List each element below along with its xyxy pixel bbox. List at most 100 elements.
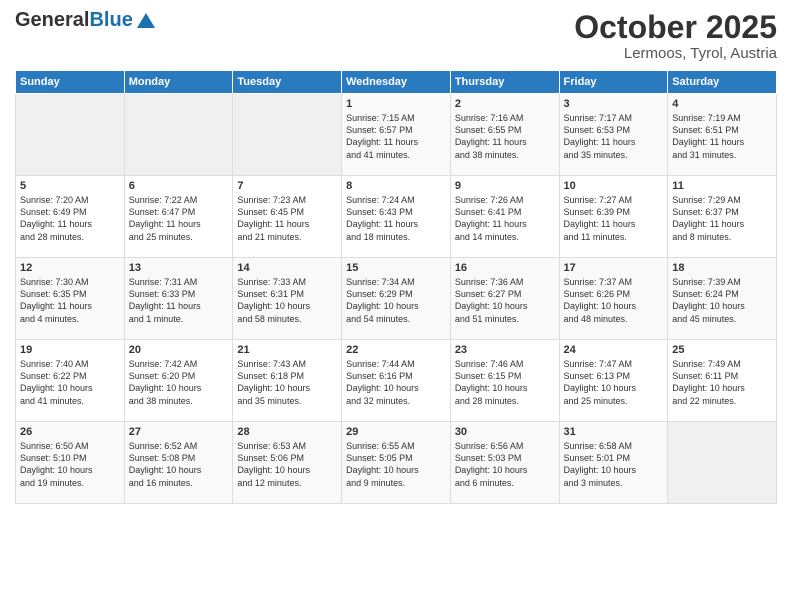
day-info: Sunrise: 7:44 AM Sunset: 6:16 PM Dayligh…	[346, 358, 446, 407]
calendar-week-row: 1 Sunrise: 7:15 AM Sunset: 6:57 PM Daylig…	[16, 94, 777, 176]
day-number: 14	[237, 262, 337, 274]
day-info: Sunrise: 7:22 AM Sunset: 6:47 PM Dayligh…	[129, 194, 229, 243]
day-info: Sunrise: 6:55 AM Sunset: 5:05 PM Dayligh…	[346, 440, 446, 489]
table-row: 20Sunrise: 7:42 AM Sunset: 6:20 PM Dayli…	[124, 340, 233, 422]
title-block: October 2025 Lermoos, Tyrol, Austria	[574, 10, 777, 62]
day-info: Sunrise: 7:37 AM Sunset: 6:26 PM Dayligh…	[564, 276, 664, 325]
table-row: 24 Sunrise: 7:47 AM Sunset: 6:13 PM Dayli…	[559, 340, 668, 422]
day-info: Sunrise: 7:26 AM Sunset: 6:41 PM Dayligh…	[455, 194, 555, 243]
header-sunday: Sunday	[16, 71, 125, 94]
day-number: 24	[564, 344, 664, 356]
table-row: 26 Sunrise: 6:50 AM Sunset: 5:10 PM Dayli…	[16, 422, 125, 504]
weekday-header-row: Sunday Monday Tuesday Wednesday Thursday…	[16, 71, 777, 94]
table-row: 4 Sunrise: 7:19 AM Sunset: 6:51 PM Daylig…	[668, 94, 777, 176]
day-number: 11	[672, 180, 772, 192]
table-row	[16, 94, 125, 176]
calendar-week-row: 5 Sunrise: 7:20 AM Sunset: 6:49 PM Daylig…	[16, 176, 777, 258]
table-row: 15 Sunrise: 7:34 AM Sunset: 6:29 PM Dayli…	[342, 258, 451, 340]
table-row: 18 Sunrise: 7:39 AM Sunset: 6:24 PM Dayli…	[668, 258, 777, 340]
calendar-week-row: 26 Sunrise: 6:50 AM Sunset: 5:10 PM Dayli…	[16, 422, 777, 504]
day-info: Sunrise: 7:33 AM Sunset: 6:31 PM Dayligh…	[237, 276, 337, 325]
day-info: Sunrise: 7:30 AM Sunset: 6:35 PM Dayligh…	[20, 276, 120, 325]
day-number: 30	[455, 426, 555, 438]
day-info: Sunrise: 7:19 AM Sunset: 6:51 PM Dayligh…	[672, 112, 772, 161]
day-number: 7	[237, 180, 337, 192]
day-number: 3	[564, 98, 664, 110]
day-info: Sunrise: 7:27 AM Sunset: 6:39 PM Dayligh…	[564, 194, 664, 243]
day-info: Sunrise: 6:56 AM Sunset: 5:03 PM Dayligh…	[455, 440, 555, 489]
logo-triangle-icon	[137, 13, 155, 28]
day-number: 10	[564, 180, 664, 192]
table-row	[668, 422, 777, 504]
header-wednesday: Wednesday	[342, 71, 451, 94]
table-row: 29Sunrise: 6:55 AM Sunset: 5:05 PM Dayli…	[342, 422, 451, 504]
day-info: Sunrise: 7:15 AM Sunset: 6:57 PM Dayligh…	[346, 112, 446, 161]
day-info: Sunrise: 7:20 AM Sunset: 6:49 PM Dayligh…	[20, 194, 120, 243]
day-info: Sunrise: 7:31 AM Sunset: 6:33 PM Dayligh…	[129, 276, 229, 325]
day-info: Sunrise: 6:52 AM Sunset: 5:08 PM Dayligh…	[129, 440, 229, 489]
day-info: Sunrise: 7:23 AM Sunset: 6:45 PM Dayligh…	[237, 194, 337, 243]
day-number: 27	[129, 426, 229, 438]
table-row: 19Sunrise: 7:40 AM Sunset: 6:22 PM Dayli…	[16, 340, 125, 422]
day-info: Sunrise: 7:29 AM Sunset: 6:37 PM Dayligh…	[672, 194, 772, 243]
day-number: 31	[564, 426, 664, 438]
table-row: 3Sunrise: 7:17 AM Sunset: 6:53 PM Daylig…	[559, 94, 668, 176]
table-row: 23 Sunrise: 7:46 AM Sunset: 6:15 PM Dayli…	[450, 340, 559, 422]
day-info: Sunrise: 7:40 AM Sunset: 6:22 PM Dayligh…	[20, 358, 120, 407]
day-info: Sunrise: 7:49 AM Sunset: 6:11 PM Dayligh…	[672, 358, 772, 407]
logo-text: GeneralBlue	[15, 10, 133, 30]
day-number: 18	[672, 262, 772, 274]
table-row: 8Sunrise: 7:24 AM Sunset: 6:43 PM Daylig…	[342, 176, 451, 258]
table-row: 21Sunrise: 7:43 AM Sunset: 6:18 PM Dayli…	[233, 340, 342, 422]
month-title: October 2025	[574, 10, 777, 45]
header: GeneralBlue October 2025 Lermoos, Tyrol,…	[15, 10, 777, 62]
calendar-week-row: 19Sunrise: 7:40 AM Sunset: 6:22 PM Dayli…	[16, 340, 777, 422]
day-number: 8	[346, 180, 446, 192]
header-tuesday: Tuesday	[233, 71, 342, 94]
day-number: 22	[346, 344, 446, 356]
table-row	[124, 94, 233, 176]
day-number: 5	[20, 180, 120, 192]
day-number: 4	[672, 98, 772, 110]
table-row: 6Sunrise: 7:22 AM Sunset: 6:47 PM Daylig…	[124, 176, 233, 258]
day-info: Sunrise: 7:16 AM Sunset: 6:55 PM Dayligh…	[455, 112, 555, 161]
day-number: 23	[455, 344, 555, 356]
location: Lermoos, Tyrol, Austria	[574, 45, 777, 62]
table-row: 16 Sunrise: 7:36 AM Sunset: 6:27 PM Dayli…	[450, 258, 559, 340]
day-number: 13	[129, 262, 229, 274]
day-number: 12	[20, 262, 120, 274]
day-info: Sunrise: 6:50 AM Sunset: 5:10 PM Dayligh…	[20, 440, 120, 489]
table-row: 31 Sunrise: 6:58 AM Sunset: 5:01 PM Dayli…	[559, 422, 668, 504]
day-number: 15	[346, 262, 446, 274]
table-row: 25Sunrise: 7:49 AM Sunset: 6:11 PM Dayli…	[668, 340, 777, 422]
table-row: 2 Sunrise: 7:16 AM Sunset: 6:55 PM Daylig…	[450, 94, 559, 176]
day-info: Sunrise: 7:39 AM Sunset: 6:24 PM Dayligh…	[672, 276, 772, 325]
day-number: 17	[564, 262, 664, 274]
day-info: Sunrise: 7:47 AM Sunset: 6:13 PM Dayligh…	[564, 358, 664, 407]
calendar-container: GeneralBlue October 2025 Lermoos, Tyrol,…	[0, 0, 792, 509]
day-number: 16	[455, 262, 555, 274]
table-row: 9 Sunrise: 7:26 AM Sunset: 6:41 PM Daylig…	[450, 176, 559, 258]
day-number: 1	[346, 98, 446, 110]
header-thursday: Thursday	[450, 71, 559, 94]
logo: GeneralBlue	[15, 10, 155, 30]
day-info: Sunrise: 6:53 AM Sunset: 5:06 PM Dayligh…	[237, 440, 337, 489]
day-info: Sunrise: 7:46 AM Sunset: 6:15 PM Dayligh…	[455, 358, 555, 407]
day-number: 9	[455, 180, 555, 192]
table-row: 17 Sunrise: 7:37 AM Sunset: 6:26 PM Dayli…	[559, 258, 668, 340]
day-number: 26	[20, 426, 120, 438]
day-info: Sunrise: 6:58 AM Sunset: 5:01 PM Dayligh…	[564, 440, 664, 489]
day-info: Sunrise: 7:36 AM Sunset: 6:27 PM Dayligh…	[455, 276, 555, 325]
table-row: 1 Sunrise: 7:15 AM Sunset: 6:57 PM Daylig…	[342, 94, 451, 176]
day-info: Sunrise: 7:42 AM Sunset: 6:20 PM Dayligh…	[129, 358, 229, 407]
day-number: 28	[237, 426, 337, 438]
table-row	[233, 94, 342, 176]
header-saturday: Saturday	[668, 71, 777, 94]
day-number: 2	[455, 98, 555, 110]
calendar-table: Sunday Monday Tuesday Wednesday Thursday…	[15, 70, 777, 504]
table-row: 28 Sunrise: 6:53 AM Sunset: 5:06 PM Dayli…	[233, 422, 342, 504]
day-info: Sunrise: 7:43 AM Sunset: 6:18 PM Dayligh…	[237, 358, 337, 407]
table-row: 7 Sunrise: 7:23 AM Sunset: 6:45 PM Daylig…	[233, 176, 342, 258]
day-info: Sunrise: 7:34 AM Sunset: 6:29 PM Dayligh…	[346, 276, 446, 325]
table-row: 11 Sunrise: 7:29 AM Sunset: 6:37 PM Dayli…	[668, 176, 777, 258]
